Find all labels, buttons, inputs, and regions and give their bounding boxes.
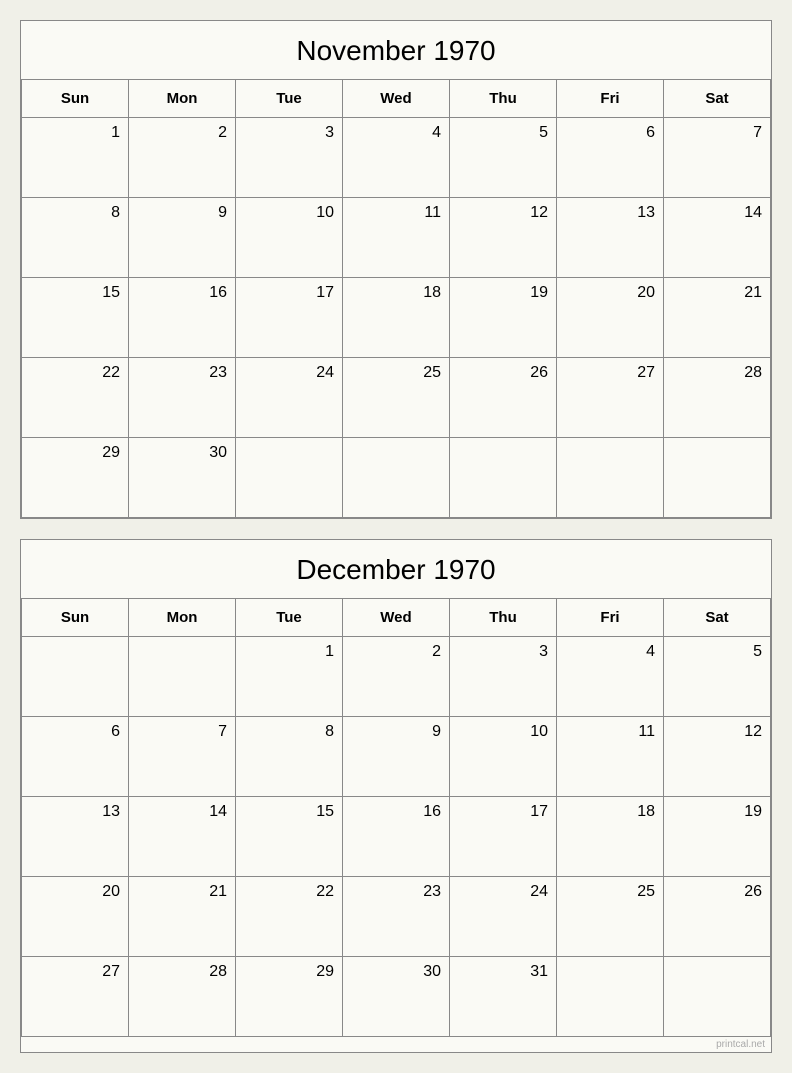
nov-empty-cell xyxy=(450,438,557,518)
header-wed: Wed xyxy=(343,80,450,118)
nov-day-cell: 27 xyxy=(557,358,664,438)
dec-day-cell: 4 xyxy=(557,637,664,717)
nov-day-cell: 1 xyxy=(22,118,129,198)
dec-empty-cell xyxy=(557,957,664,1037)
nov-day-cell: 30 xyxy=(129,438,236,518)
dec-day-cell: 29 xyxy=(236,957,343,1037)
dec-day-cell: 12 xyxy=(664,717,771,797)
nov-day-cell: 3 xyxy=(236,118,343,198)
dec-day-cell: 18 xyxy=(557,797,664,877)
nov-day-cell: 19 xyxy=(450,278,557,358)
dec-day-cell: 14 xyxy=(129,797,236,877)
nov-day-cell: 28 xyxy=(664,358,771,438)
dec-day-cell: 13 xyxy=(22,797,129,877)
header-fri: Fri xyxy=(557,80,664,118)
november-calendar: November 1970 Sun Mon Tue Wed Thu Fri Sa… xyxy=(20,20,772,519)
december-grid: Sun Mon Tue Wed Thu Fri Sat 1 2 3 4 5 6 … xyxy=(21,599,771,1037)
dec-day-cell: 20 xyxy=(22,877,129,957)
dec-empty-cell xyxy=(664,957,771,1037)
dec-day-cell: 15 xyxy=(236,797,343,877)
nov-day-cell: 4 xyxy=(343,118,450,198)
watermark: printcal.net xyxy=(21,1037,771,1052)
nov-day-cell: 26 xyxy=(450,358,557,438)
dec-day-cell: 3 xyxy=(450,637,557,717)
header-tue: Tue xyxy=(236,80,343,118)
nov-day-cell: 9 xyxy=(129,198,236,278)
nov-day-cell: 5 xyxy=(450,118,557,198)
nov-day-cell: 10 xyxy=(236,198,343,278)
dec-day-cell: 5 xyxy=(664,637,771,717)
calendars-container: November 1970 Sun Mon Tue Wed Thu Fri Sa… xyxy=(20,20,772,1053)
nov-day-cell: 18 xyxy=(343,278,450,358)
december-calendar: December 1970 Sun Mon Tue Wed Thu Fri Sa… xyxy=(20,539,772,1053)
nov-empty-cell xyxy=(664,438,771,518)
nov-day-cell: 13 xyxy=(557,198,664,278)
dec-empty-cell xyxy=(22,637,129,717)
dec-day-cell: 10 xyxy=(450,717,557,797)
dec-day-cell: 24 xyxy=(450,877,557,957)
header-wed: Wed xyxy=(343,599,450,637)
header-sun: Sun xyxy=(22,599,129,637)
dec-day-cell: 7 xyxy=(129,717,236,797)
dec-day-cell: 31 xyxy=(450,957,557,1037)
dec-day-cell: 2 xyxy=(343,637,450,717)
nov-empty-cell xyxy=(557,438,664,518)
nov-day-cell: 2 xyxy=(129,118,236,198)
nov-day-cell: 7 xyxy=(664,118,771,198)
nov-empty-cell xyxy=(343,438,450,518)
dec-day-cell: 28 xyxy=(129,957,236,1037)
nov-day-cell: 24 xyxy=(236,358,343,438)
dec-day-cell: 25 xyxy=(557,877,664,957)
november-grid: Sun Mon Tue Wed Thu Fri Sat 1 2 3 4 5 6 … xyxy=(21,80,771,518)
nov-day-cell: 8 xyxy=(22,198,129,278)
header-thu: Thu xyxy=(450,599,557,637)
nov-day-cell: 20 xyxy=(557,278,664,358)
nov-day-cell: 23 xyxy=(129,358,236,438)
nov-empty-cell xyxy=(236,438,343,518)
dec-day-cell: 21 xyxy=(129,877,236,957)
nov-day-cell: 15 xyxy=(22,278,129,358)
dec-day-cell: 16 xyxy=(343,797,450,877)
nov-day-cell: 12 xyxy=(450,198,557,278)
dec-day-cell: 19 xyxy=(664,797,771,877)
header-sat: Sat xyxy=(664,80,771,118)
dec-day-cell: 26 xyxy=(664,877,771,957)
dec-day-cell: 1 xyxy=(236,637,343,717)
header-sat: Sat xyxy=(664,599,771,637)
nov-day-cell: 17 xyxy=(236,278,343,358)
dec-day-cell: 23 xyxy=(343,877,450,957)
dec-day-cell: 11 xyxy=(557,717,664,797)
dec-day-cell: 6 xyxy=(22,717,129,797)
december-title: December 1970 xyxy=(21,540,771,599)
nov-day-cell: 11 xyxy=(343,198,450,278)
header-tue: Tue xyxy=(236,599,343,637)
nov-day-cell: 25 xyxy=(343,358,450,438)
dec-day-cell: 30 xyxy=(343,957,450,1037)
dec-day-cell: 8 xyxy=(236,717,343,797)
nov-day-cell: 16 xyxy=(129,278,236,358)
header-mon: Mon xyxy=(129,599,236,637)
header-fri: Fri xyxy=(557,599,664,637)
nov-day-cell: 22 xyxy=(22,358,129,438)
dec-day-cell: 22 xyxy=(236,877,343,957)
nov-day-cell: 29 xyxy=(22,438,129,518)
dec-day-cell: 27 xyxy=(22,957,129,1037)
header-thu: Thu xyxy=(450,80,557,118)
nov-day-cell: 14 xyxy=(664,198,771,278)
header-sun: Sun xyxy=(22,80,129,118)
header-mon: Mon xyxy=(129,80,236,118)
dec-day-cell: 17 xyxy=(450,797,557,877)
nov-day-cell: 21 xyxy=(664,278,771,358)
november-title: November 1970 xyxy=(21,21,771,80)
dec-day-cell: 9 xyxy=(343,717,450,797)
nov-day-cell: 6 xyxy=(557,118,664,198)
dec-empty-cell xyxy=(129,637,236,717)
